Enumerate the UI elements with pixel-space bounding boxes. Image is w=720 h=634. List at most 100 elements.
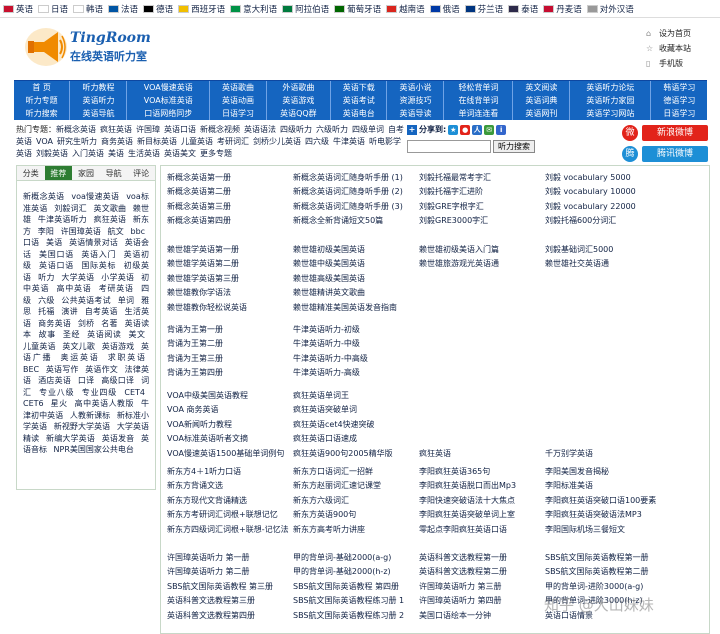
course-link[interactable]: 零起点李阳疯狂英语口语 [419,524,545,535]
search-input[interactable] [407,140,491,153]
course-link[interactable]: 赖世雄初级美语入门篇 [419,244,545,255]
category-link[interactable]: 名著 [101,319,118,328]
course-link[interactable]: SBS航文国际英语教程 第三册 [167,581,293,592]
course-link[interactable]: 李阳疯狂英语突破口语100要素 [545,495,671,506]
course-link[interactable]: 刘毅基础词汇5000 [545,244,671,255]
course-link[interactable]: 新东方英语900句 [293,509,419,520]
course-link[interactable]: 牛津英语听力-高级 [293,367,419,378]
category-link[interactable]: 英语阅读 [87,330,121,339]
category-link[interactable]: 专业八级 [39,388,74,397]
weibo-button[interactable]: 新浪微博 [642,125,708,141]
nav-item[interactable]: 英语小说 [388,81,444,94]
course-link[interactable]: VOA标准英语听者文摘 [167,433,293,444]
category-link[interactable]: 牛津英语听力 [38,215,87,224]
course-link[interactable]: 新东方四级词汇词根+联想-记忆法 [167,524,293,535]
hot-topic-link[interactable]: 牛津英语 [333,137,365,146]
language-link[interactable]: 对外汉语 [586,3,634,15]
course-link[interactable]: 新概念英语词汇随身听手册 (1) [293,172,419,183]
course-link[interactable]: 刘毅托福字汇进阶 [419,186,545,197]
course-link[interactable]: 新东方赵丽词汇速记课堂 [293,480,419,491]
course-link[interactable]: 英语科普文选教程第四册 [167,610,293,621]
course-link[interactable]: 新概念英语第二册 [167,186,293,197]
top-link[interactable]: ⌂ 设为首页 [646,26,691,41]
nav-item[interactable]: 英语下载 [331,81,387,94]
category-link[interactable]: 英文歌曲 [94,204,127,213]
nav-item[interactable]: VOA标准英语 [128,94,210,107]
course-link[interactable]: 李阳美国发音揭秘 [545,466,671,477]
left-tab[interactable]: 家园 [72,166,100,180]
language-link[interactable]: 芬兰语 [464,3,503,15]
course-link[interactable]: 新东方背诵文选 [167,480,293,491]
course-link[interactable]: 许国璋英语听力 第四册 [419,595,545,606]
nav-item[interactable]: 英语电台 [331,107,387,120]
language-link[interactable]: 意大利语 [230,3,277,15]
language-link[interactable]: 西班牙语 [178,3,225,15]
course-link[interactable]: 李阳疯狂英语突破单词上室 [419,509,545,520]
category-link[interactable]: 新视野大学英语 [54,422,110,431]
category-link[interactable]: 高中英语 [57,284,92,293]
weibo-share-icon[interactable]: ● [460,124,471,135]
qzone-share-icon[interactable]: ★ [448,124,459,135]
language-link[interactable]: 俄语 [429,3,460,15]
nav-item[interactable]: 首 页 [14,81,70,94]
kaixin-share-icon[interactable]: i [496,124,507,135]
weibo-link[interactable]: 腾腾讯微博 [622,145,712,163]
course-link[interactable]: 赖世雄旅游观光英语通 [419,258,545,269]
course-link[interactable]: 赖世雄教你学语法 [167,287,293,298]
course-link[interactable]: 新东方现代文背诵精选 [167,495,293,506]
course-link[interactable]: 赖世雄学英语第二册 [167,258,293,269]
hot-topic-link[interactable]: 商务英语 [101,137,133,146]
course-link[interactable]: 刘毅 vocabulary 5000 [545,172,671,183]
hot-topic-link[interactable]: 刘毅英语 [36,149,68,158]
hot-topic-link[interactable]: 四六级 [305,137,329,146]
category-link[interactable]: 高级口译 [101,376,134,385]
weibo-link[interactable]: 微新浪微博 [622,124,712,142]
category-link[interactable]: 圣经 [63,330,80,339]
course-link[interactable]: 千万别学英语 [545,448,671,459]
nav-item[interactable]: 资源技巧 [388,94,444,107]
course-link[interactable]: 赖世雄初级美国英语 [293,244,419,255]
hot-topic-link[interactable]: 研究生听力 [57,137,97,146]
language-link[interactable]: 韩语 [73,3,103,15]
course-link[interactable]: 李阳快速突破语法十大焦点 [419,495,545,506]
language-link[interactable]: 泰语 [508,3,538,15]
course-link[interactable]: 背诵为王第一册 [167,324,293,335]
category-link[interactable]: 英语口语 [39,261,74,270]
left-tab[interactable]: 推荐 [44,166,73,180]
category-link[interactable]: 托福 [38,307,55,316]
course-link[interactable]: 新概念英语第三册 [167,201,293,212]
category-link[interactable]: 口语 [23,238,39,247]
nav-item[interactable]: 单词连连看 [445,107,513,120]
tencent-share-icon[interactable]: ✉ [484,124,495,135]
category-link[interactable]: 大学英语 [61,273,94,282]
category-link[interactable]: 李阳 [38,227,54,236]
category-link[interactable]: 单词 [118,296,135,305]
course-link[interactable]: 背诵为王第四册 [167,367,293,378]
hot-topic-link[interactable]: 新概念英语 [56,125,96,134]
category-link[interactable]: 美国口语 [39,250,74,259]
hot-topic-link[interactable]: 疯狂英语 [100,125,132,134]
course-link[interactable]: 英语科普文选教程第二册 [419,566,545,577]
hot-topic-link[interactable]: VOA [36,137,53,146]
language-link[interactable]: 葡萄牙语 [334,3,381,15]
top-link[interactable]: ▯ 手机版 [646,56,691,71]
course-link[interactable]: 英语科普文选教程第三册 [167,595,293,606]
course-link[interactable]: 许国璋英语听力 第二册 [167,566,293,577]
course-link[interactable]: 新东方4＋1听力口语 [167,466,293,477]
category-link[interactable]: 考研英语 [99,284,134,293]
category-link[interactable]: 刘毅词汇 [54,204,87,213]
course-link[interactable]: 新概念英语词汇随身听手册 (3) [293,201,419,212]
category-link[interactable]: CET4 [124,388,145,397]
category-link[interactable]: 英语写作 [46,365,79,374]
course-link[interactable]: 美国口语绘本一分钟 [419,610,545,621]
nav-item[interactable]: 英语词典 [514,94,570,107]
hot-topic-link[interactable]: 英语口语 [164,125,196,134]
renren-share-icon[interactable]: 人 [472,124,483,135]
nav-item[interactable]: 韩语学习 [652,81,707,94]
category-link[interactable]: 人教新课标 [70,411,110,420]
site-logo[interactable]: TingRoom 在线英语听力室 [24,26,184,70]
nav-item[interactable]: 听力搜索 [14,107,70,120]
course-link[interactable]: VOA中级美国英语教程 [167,390,293,401]
nav-item[interactable]: 英语考试 [331,94,387,107]
hot-topic-link[interactable]: 更多专题 [200,149,232,158]
